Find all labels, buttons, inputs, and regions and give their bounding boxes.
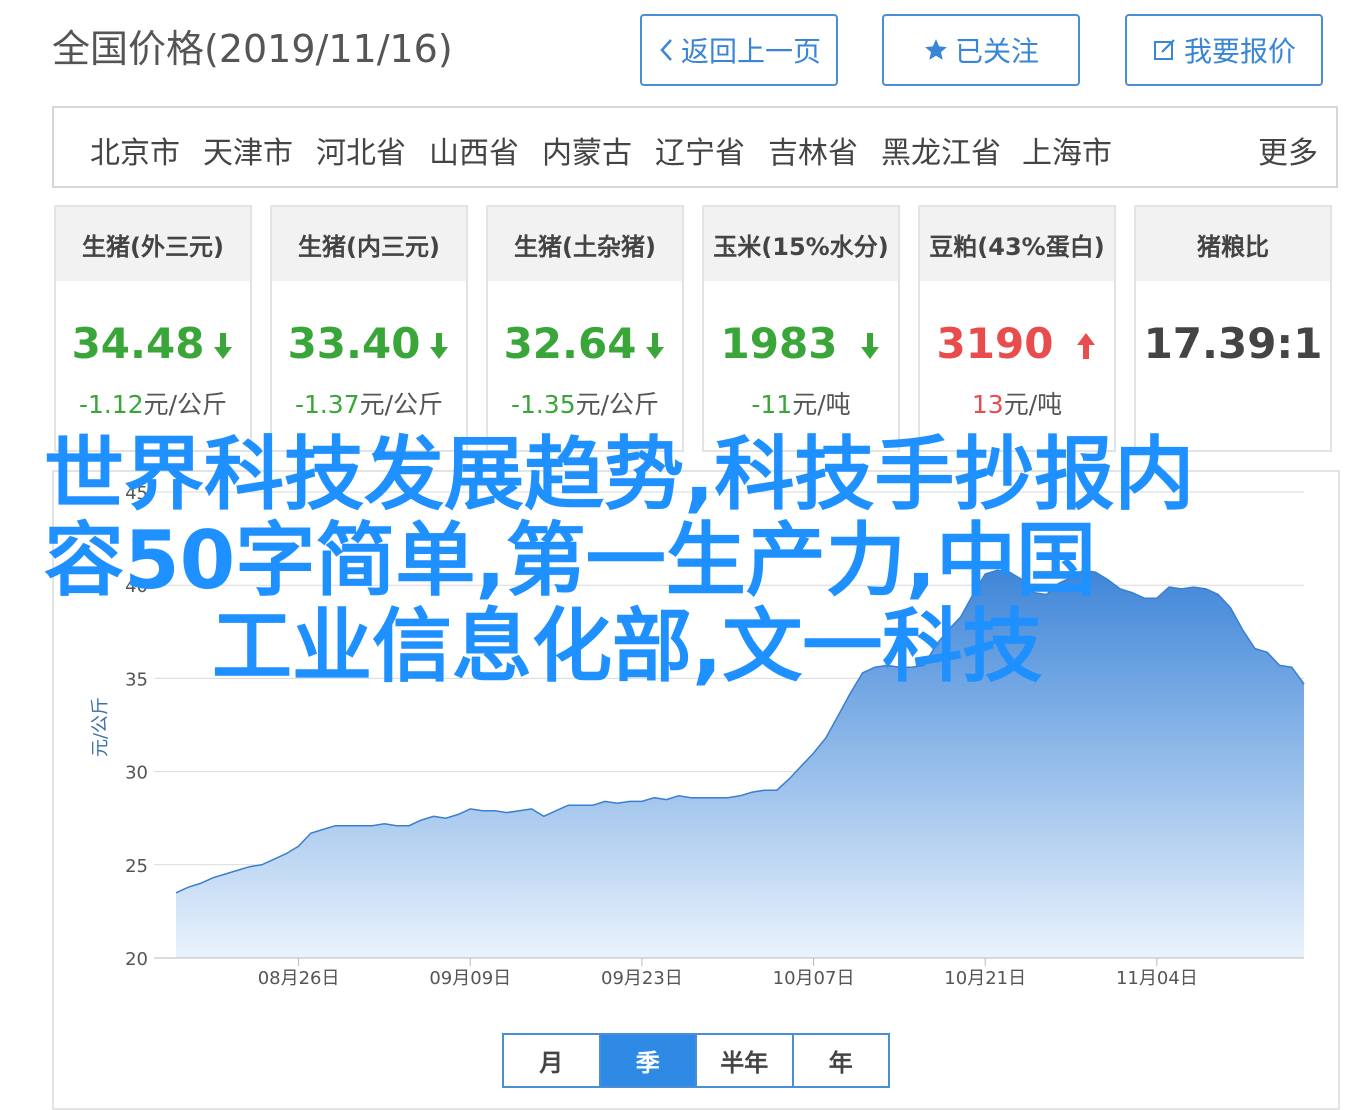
- province-link[interactable]: 黑龙江省: [881, 128, 1001, 172]
- price-card-title: 玉米(15%水分): [704, 207, 898, 281]
- price-change: -11元/吨: [751, 390, 851, 419]
- x-tick-label: 09月09日: [429, 968, 511, 989]
- x-tick-label: 08月26日: [258, 968, 340, 989]
- price-value: 1983: [704, 319, 898, 371]
- arrow-up-icon: [1075, 322, 1097, 371]
- report-price-button[interactable]: 我要报价: [1125, 14, 1323, 86]
- chevron-left-icon: [657, 37, 675, 63]
- price-change: 13元/吨: [971, 390, 1063, 419]
- arrow-down-icon: [859, 322, 881, 371]
- province-link[interactable]: 辽宁省: [655, 128, 745, 172]
- price-card[interactable]: 生猪(土杂猪) 32.64 -1.35元/公斤: [486, 205, 684, 452]
- range-selector: 月 季 半年 年: [502, 1033, 890, 1088]
- price-change: -1.12元/公斤: [78, 390, 228, 419]
- x-tick-label: 09月23日: [601, 968, 683, 989]
- price-value: 32.64: [488, 319, 682, 371]
- price-card[interactable]: 豆粕(43%蛋白) 3190 13元/吨: [918, 205, 1116, 452]
- range-tab-month[interactable]: 月: [504, 1035, 601, 1086]
- price-card[interactable]: 玉米(15%水分) 1983 -11元/吨: [702, 205, 900, 452]
- province-link[interactable]: 山西省: [429, 128, 519, 172]
- price-card[interactable]: 生猪(外三元) 34.48 -1.12元/公斤: [54, 205, 252, 452]
- price-change: -1.37元/公斤: [294, 390, 444, 419]
- price-chart: 20 25 30 35 40 45 08月26日 09月09日 09月23日 10月07日 10月2…: [52, 470, 1340, 1110]
- x-tick-label: 11月04日: [1116, 968, 1198, 989]
- price-value: 17.39:1: [1143, 319, 1323, 368]
- x-tick-label: 10月07日: [773, 968, 855, 989]
- range-tab-halfyear[interactable]: 半年: [697, 1035, 794, 1086]
- follow-button[interactable]: 已关注: [882, 14, 1080, 86]
- province-link[interactable]: 内蒙古: [542, 128, 632, 172]
- y-tick-label: 25: [125, 856, 148, 877]
- y-tick-label: 40: [125, 576, 148, 597]
- province-bar: 北京市 天津市 河北省 山西省 内蒙古 辽宁省 吉林省 黑龙江省 上海市 更多: [52, 106, 1338, 188]
- y-tick-label: 20: [125, 949, 148, 970]
- province-link[interactable]: 吉林省: [768, 128, 858, 172]
- more-link[interactable]: 更多: [1258, 128, 1318, 172]
- province-link[interactable]: 天津市: [203, 128, 293, 172]
- page-title: 全国价格(2019/11/16): [52, 27, 453, 71]
- follow-button-label: 已关注: [954, 35, 1039, 68]
- price-area-chart: 20 25 30 35 40 45 08月26日 09月09日 09月23日 10月07日 10月2…: [90, 483, 1305, 989]
- price-card-title: 猪粮比: [1136, 207, 1330, 281]
- back-button[interactable]: 返回上一页: [640, 14, 838, 86]
- price-card-title: 豆粕(43%蛋白): [920, 207, 1114, 281]
- back-button-label: 返回上一页: [680, 35, 821, 68]
- report-price-button-label: 我要报价: [1183, 35, 1296, 68]
- price-card-title: 生猪(土杂猪): [488, 207, 682, 281]
- price-card[interactable]: 生猪(内三元) 33.40 -1.37元/公斤: [270, 205, 468, 452]
- price-change: -1.35元/公斤: [510, 390, 660, 419]
- province-link[interactable]: 上海市: [1022, 128, 1112, 172]
- x-tick-label: 10月21日: [944, 968, 1026, 989]
- province-link[interactable]: 北京市: [90, 128, 180, 172]
- price-card-title: 生猪(外三元): [56, 207, 250, 281]
- range-tab-quarter[interactable]: 季: [600, 1035, 697, 1086]
- range-tab-year[interactable]: 年: [794, 1035, 889, 1086]
- arrow-down-icon: [212, 322, 234, 371]
- price-card[interactable]: 猪粮比 17.39:1: [1134, 205, 1332, 452]
- star-icon: [923, 37, 949, 63]
- price-value: 34.48: [56, 319, 250, 371]
- price-value: 3190: [920, 319, 1114, 371]
- price-card-title: 生猪(内三元): [272, 207, 466, 281]
- edit-icon: [1152, 37, 1178, 63]
- province-link[interactable]: 河北省: [316, 128, 406, 172]
- y-tick-label: 45: [125, 483, 148, 504]
- arrow-down-icon: [644, 322, 666, 371]
- y-tick-label: 30: [125, 763, 148, 784]
- price-value: 33.40: [272, 319, 466, 371]
- series-area: [176, 570, 1304, 958]
- y-axis-label: 元/公斤: [90, 697, 111, 757]
- y-tick-label: 35: [125, 669, 148, 690]
- arrow-down-icon: [428, 322, 450, 371]
